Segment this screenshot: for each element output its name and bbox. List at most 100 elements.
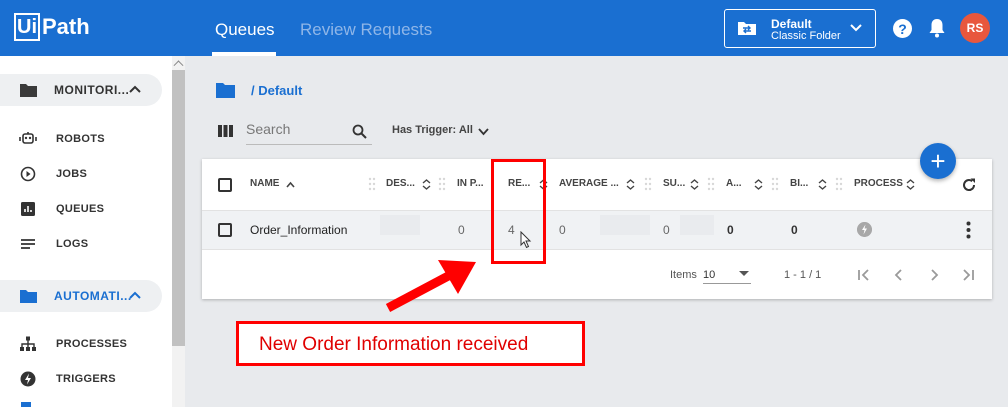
folder-name: Default [771,17,812,31]
robot-icon [19,132,37,144]
tab-queues[interactable]: Queues [215,20,275,40]
section-label: MONITORI... [54,83,130,97]
queue-name-cell[interactable]: Order_Information [250,223,347,237]
column-drag-handle-icon[interactable] [644,177,652,191]
column-drag-handle-icon[interactable] [835,177,843,191]
select-all-checkbox[interactable] [218,178,232,192]
column-header-name[interactable]: NAME [250,178,279,189]
previous-page-icon[interactable] [890,266,908,284]
sidebar-item-queues[interactable]: QUEUES [0,194,165,224]
sidebar-item-processes[interactable]: PROCESSES [0,329,165,359]
search-field[interactable] [246,121,372,145]
sidebar-item-label: TRIGGERS [56,373,116,385]
sidebar-item-triggers[interactable]: TRIGGERS [0,364,165,394]
column-header-successful[interactable]: SU... [663,178,685,189]
hierarchy-icon [20,336,36,351]
column-header-in-progress[interactable]: IN P... [457,178,484,189]
notification-bell-icon[interactable] [928,18,946,38]
search-input[interactable] [246,121,346,137]
folder-icon [20,84,37,97]
user-avatar[interactable]: RS [960,13,990,43]
column-drag-handle-icon[interactable] [771,177,779,191]
folder-switch-icon [738,22,756,35]
sort-icon[interactable] [690,179,699,190]
successful-placeholder [680,215,714,235]
first-page-icon[interactable] [855,266,873,284]
column-header-process[interactable]: PROCESS [854,178,903,189]
sidebar-item-label: JOBS [56,168,88,180]
sort-icon[interactable] [818,179,827,190]
column-header-description[interactable]: DES... [386,178,415,189]
folder-selector[interactable]: Default Classic Folder [724,9,876,48]
page-size-select[interactable]: 10 [703,264,751,284]
chevron-down-icon [478,128,489,136]
filter-label: Has Trigger: All [392,124,473,136]
description-placeholder [380,215,420,235]
chevron-up-icon [129,291,141,299]
successful-cell: 0 [663,223,670,237]
column-drag-handle-icon[interactable] [438,177,446,191]
scrollbar-thumb[interactable] [172,70,185,346]
average-time-cell: 0 [559,223,566,237]
chevron-up-icon [129,85,141,93]
last-page-icon[interactable] [959,266,977,284]
sort-icon[interactable] [906,179,915,190]
page-size-value: 10 [703,269,716,281]
sidebar-section-automations[interactable]: AUTOMATI... [0,280,162,312]
sidebar-item-label: ROBOTS [56,133,105,145]
average-placeholder [600,215,650,235]
sort-icon[interactable] [422,179,431,190]
tab-review-requests[interactable]: Review Requests [300,20,432,40]
next-item-icon [21,402,31,407]
remaining-column-highlight [491,159,546,264]
sidebar-item-label: PROCESSES [56,338,128,350]
scroll-up-icon[interactable] [173,60,184,71]
sidebar: MONITORI... ROBOTS JOBS QUEUES LOGS AUTO… [0,56,172,407]
logo-wordmark: Path [42,14,90,39]
column-header-average[interactable]: AVERAGE ... [559,178,619,189]
top-app-bar: Ui Path Queues Review Requests Default C… [0,0,1008,56]
chevron-down-icon [850,24,862,32]
column-header-app-exceptions[interactable]: A... [726,178,742,189]
sidebar-section-monitoring[interactable]: MONITORI... [0,74,162,106]
folder-type: Classic Folder [771,30,841,42]
breadcrumb[interactable]: / Default [251,83,302,98]
column-drag-handle-icon[interactable] [707,177,715,191]
help-icon[interactable]: ? [893,19,912,38]
sort-icon[interactable] [626,179,635,190]
in-progress-cell: 0 [458,223,465,237]
refresh-icon[interactable] [961,177,977,193]
items-per-page-label: Items [670,269,697,281]
has-trigger-filter[interactable]: Has Trigger: All [392,124,489,136]
sidebar-item-label: QUEUES [56,203,105,215]
sidebar-item-logs[interactable]: LOGS [0,229,165,259]
process-trigger-icon[interactable] [857,222,872,237]
active-tab-indicator [212,52,276,56]
callout-text: New Order Information received [259,334,529,355]
add-queue-button[interactable]: + [920,143,956,179]
folder-icon [20,290,37,303]
sort-ascending-icon[interactable] [286,180,295,191]
lightning-icon [20,371,36,387]
row-checkbox[interactable] [218,223,232,237]
sidebar-item-robots[interactable]: ROBOTS [0,124,165,154]
list-icon [21,239,35,249]
columns-icon[interactable] [218,125,233,137]
dropdown-arrow-icon [739,271,749,276]
annotation-arrow-icon [385,260,476,312]
page-range: 1 - 1 / 1 [784,269,822,281]
column-drag-handle-icon[interactable] [368,177,376,191]
more-options-icon[interactable] [966,221,971,239]
sidebar-scrollbar[interactable] [172,56,185,407]
sort-icon[interactable] [754,179,763,190]
logo-mark: Ui [14,13,40,41]
play-circle-icon [20,166,36,182]
search-icon[interactable] [352,124,367,139]
next-page-icon[interactable] [925,266,943,284]
sidebar-item-label: LOGS [56,238,89,250]
sidebar-item-jobs[interactable]: JOBS [0,159,165,189]
uipath-logo[interactable]: Ui Path [14,12,90,42]
column-header-business-exceptions[interactable]: BI... [790,178,808,189]
bar-chart-icon [21,202,35,216]
business-exceptions-cell: 0 [791,223,798,237]
